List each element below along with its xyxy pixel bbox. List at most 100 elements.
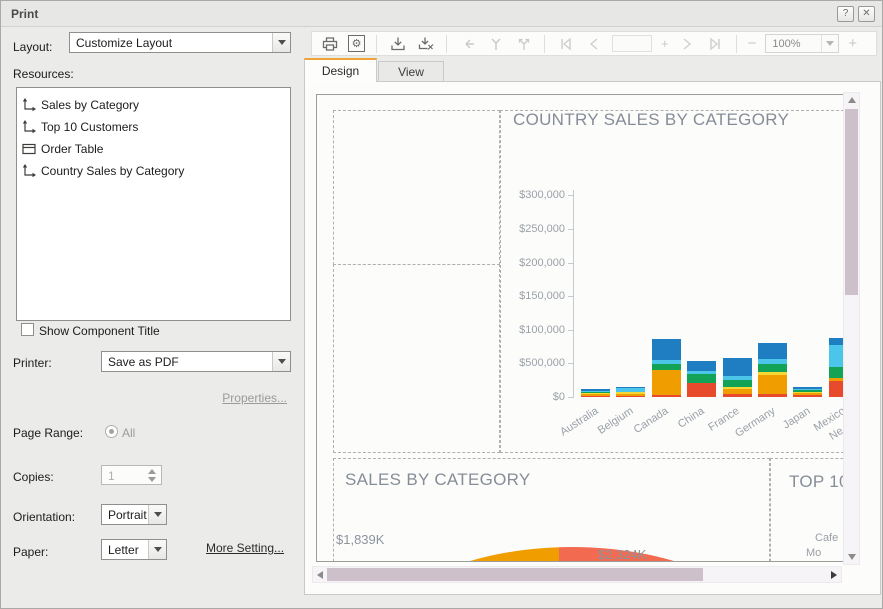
print-button[interactable]	[320, 34, 339, 53]
vertical-scrollbar[interactable]	[843, 92, 860, 565]
show-component-title-checkbox[interactable]	[21, 323, 34, 336]
tab-design[interactable]: Design	[304, 58, 377, 82]
bar-segment-blue	[793, 387, 822, 389]
scroll-up-icon[interactable]	[848, 97, 856, 103]
resource-item-country-sales-by-category[interactable]: Country Sales by Category	[21, 160, 286, 182]
layout-label: Layout:	[13, 40, 52, 54]
bar-segment-cyan	[652, 360, 681, 364]
y-tick-label: $200,000	[493, 257, 565, 269]
top10-chart-title: TOP 10	[789, 472, 848, 492]
branch-left-icon	[459, 35, 477, 53]
branch-split-icon	[515, 35, 533, 53]
y-tick-mark	[568, 397, 573, 398]
print-settings-button[interactable]: ⚙	[348, 35, 365, 52]
bar-segment-orange	[616, 394, 645, 396]
export-button[interactable]	[388, 34, 407, 53]
branch-up-icon	[487, 35, 505, 53]
branch-back-button[interactable]	[458, 34, 477, 53]
last-page-button[interactable]	[706, 34, 725, 53]
orientation-select[interactable]: Portrait	[101, 504, 167, 525]
copies-stepper[interactable]: 1	[101, 465, 162, 485]
first-page-icon	[558, 36, 574, 52]
y-tick-label: $100,000	[493, 324, 565, 336]
chevron-down-icon[interactable]	[272, 33, 290, 52]
close-button[interactable]: ✕	[858, 6, 875, 22]
zoom-select[interactable]: 100%	[765, 34, 839, 53]
copies-label: Copies:	[13, 470, 54, 484]
y-tick-mark	[568, 229, 573, 230]
printer-select[interactable]: Save as PDF	[101, 351, 291, 372]
bar-segment-blue	[652, 339, 681, 360]
zoom-in-button[interactable]: +	[848, 35, 857, 52]
bar-segment-orange	[758, 375, 787, 394]
zoom-out-button[interactable]: −	[748, 35, 757, 52]
bar-segment-orange	[581, 394, 610, 396]
page-number-input[interactable]	[612, 35, 652, 52]
chevron-down-icon[interactable]	[148, 505, 166, 524]
layout-select-value: Customize Layout	[70, 36, 272, 50]
bar-segment-yellow	[616, 392, 645, 394]
orientation-label: Orientation:	[13, 510, 75, 524]
copies-decrement-icon[interactable]	[148, 477, 156, 482]
properties-link[interactable]: Properties...	[222, 391, 287, 405]
bar-segment-cyan	[581, 391, 610, 392]
chart-axes-icon	[21, 163, 37, 179]
chevron-down-icon[interactable]	[148, 540, 166, 559]
scroll-right-icon[interactable]	[831, 571, 837, 579]
previous-page-button[interactable]	[584, 34, 603, 53]
resource-item-order-table[interactable]: Order Table	[21, 138, 286, 160]
copies-increment-icon[interactable]	[148, 469, 156, 474]
help-button[interactable]: ?	[837, 6, 854, 22]
resource-item-sales-by-category[interactable]: Sales by Category	[21, 94, 286, 116]
vertical-scrollbar-thumb[interactable]	[845, 109, 858, 295]
resource-item-label: Order Table	[41, 142, 103, 156]
table-icon	[21, 141, 37, 157]
export-edit-button[interactable]	[416, 34, 435, 53]
download-edit-icon	[417, 35, 435, 53]
toolbar-separator	[376, 35, 377, 53]
first-page-button[interactable]	[556, 34, 575, 53]
page-range-label: Page Range:	[13, 426, 83, 440]
bar-segment-yellow	[581, 393, 610, 394]
bar-segment-green	[652, 364, 681, 370]
next-page-button[interactable]	[678, 34, 697, 53]
resources-listbox[interactable]: Sales by Category Top 10 Customers Order…	[16, 87, 291, 321]
bar-segment-red	[758, 394, 787, 397]
printer-icon	[321, 35, 339, 53]
bar-segment-blue	[758, 343, 787, 359]
dialog-titlebar: Print ? ✕	[1, 1, 882, 27]
more-setting-link[interactable]: More Setting...	[206, 541, 284, 555]
horizontal-scrollbar-thumb[interactable]	[327, 568, 703, 581]
page-range-all-radio[interactable]	[105, 425, 118, 438]
y-axis-line	[573, 190, 574, 398]
y-tick-label: $500,000	[493, 357, 565, 369]
scroll-left-icon[interactable]	[317, 571, 323, 579]
toolbar-separator	[446, 35, 447, 53]
horizontal-scrollbar[interactable]	[312, 566, 842, 583]
chevron-down-icon[interactable]	[821, 35, 838, 52]
orientation-select-value: Portrait	[102, 508, 148, 522]
y-tick-label: $250,000	[493, 223, 565, 235]
paper-select[interactable]: Letter	[101, 539, 167, 560]
tab-view[interactable]: View	[378, 61, 444, 82]
preview-toolbar: ⚙ +	[311, 31, 877, 56]
bar-segment-red	[616, 396, 645, 397]
bar-segment-cyan	[758, 359, 787, 364]
chart-axes-icon	[21, 119, 37, 135]
last-page-icon	[707, 36, 723, 52]
branch-up-button[interactable]	[486, 34, 505, 53]
scroll-down-icon[interactable]	[848, 554, 856, 560]
dialog-title: Print	[11, 7, 38, 21]
resource-item-top-10-customers[interactable]: Top 10 Customers	[21, 116, 286, 138]
branch-forward-button[interactable]	[514, 34, 533, 53]
chevron-down-icon[interactable]	[272, 352, 290, 371]
bar-segment-orange	[723, 389, 752, 394]
download-icon	[389, 35, 407, 53]
y-tick-label: $0	[493, 391, 565, 403]
bar-segment-cyan	[723, 376, 752, 380]
y-tick-mark	[568, 296, 573, 297]
layout-select[interactable]: Customize Layout	[69, 32, 291, 53]
print-dialog: Print ? ✕ Layout: Customize Layout Resou…	[0, 0, 883, 609]
bar-segment-yellow	[723, 387, 752, 389]
printer-label: Printer:	[13, 356, 52, 370]
